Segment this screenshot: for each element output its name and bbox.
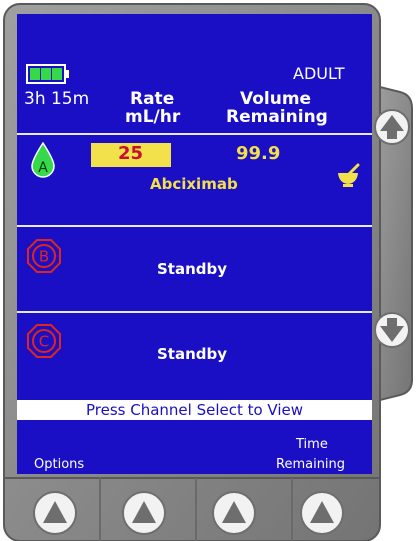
softkey-triangle-icon [132,501,156,523]
patient-mode-label: ADULT [293,64,345,83]
softkey-1-options-button[interactable] [33,491,77,535]
drop-icon: A [31,142,55,178]
softkey-4-time-remaining-button[interactable] [300,491,344,535]
channel-b-letter: B [39,248,49,266]
time-remaining-softkey-label-line2: Remaining [276,457,346,472]
volume-remaining-header: Remaining [226,107,328,127]
channel-c-letter: C [39,333,49,351]
battery-time-remaining: 3h 15m [24,89,90,109]
battery-icon [26,64,69,84]
options-softkey-label: Options [34,457,85,472]
rate-unit-header: mL/hr [125,107,181,127]
channel-a-rate: 25 [118,143,144,164]
scroll-down-button[interactable] [374,312,410,348]
softkey-triangle-icon [310,501,334,523]
time-remaining-softkey-label-line1: Time [296,437,328,452]
softkey-triangle-icon [222,501,246,523]
softkey-triangle-icon [43,501,67,523]
instruction-text: Press Channel Select to View [85,401,304,419]
down-arrow-icon [380,318,404,342]
rate-column-header: Rate [130,89,175,109]
up-arrow-icon [380,115,404,139]
stop-octagon-icon: C [27,324,61,358]
volume-column-header: Volume [240,89,312,109]
channel-b-status: Standby [157,260,228,278]
instruction-banner: Press Channel Select to View [17,400,372,420]
channel-a-drug: Abciximab [150,175,238,193]
softkey-3-button[interactable] [212,491,256,535]
channel-c-status: Standby [157,345,228,363]
scroll-up-button[interactable] [374,109,410,145]
mortar-pestle-icon [338,163,360,187]
channel-a-letter: A [38,160,48,176]
channel-a-volume: 99.9 [236,143,281,164]
stop-octagon-icon: B [27,239,61,273]
softkey-2-button[interactable] [122,491,166,535]
